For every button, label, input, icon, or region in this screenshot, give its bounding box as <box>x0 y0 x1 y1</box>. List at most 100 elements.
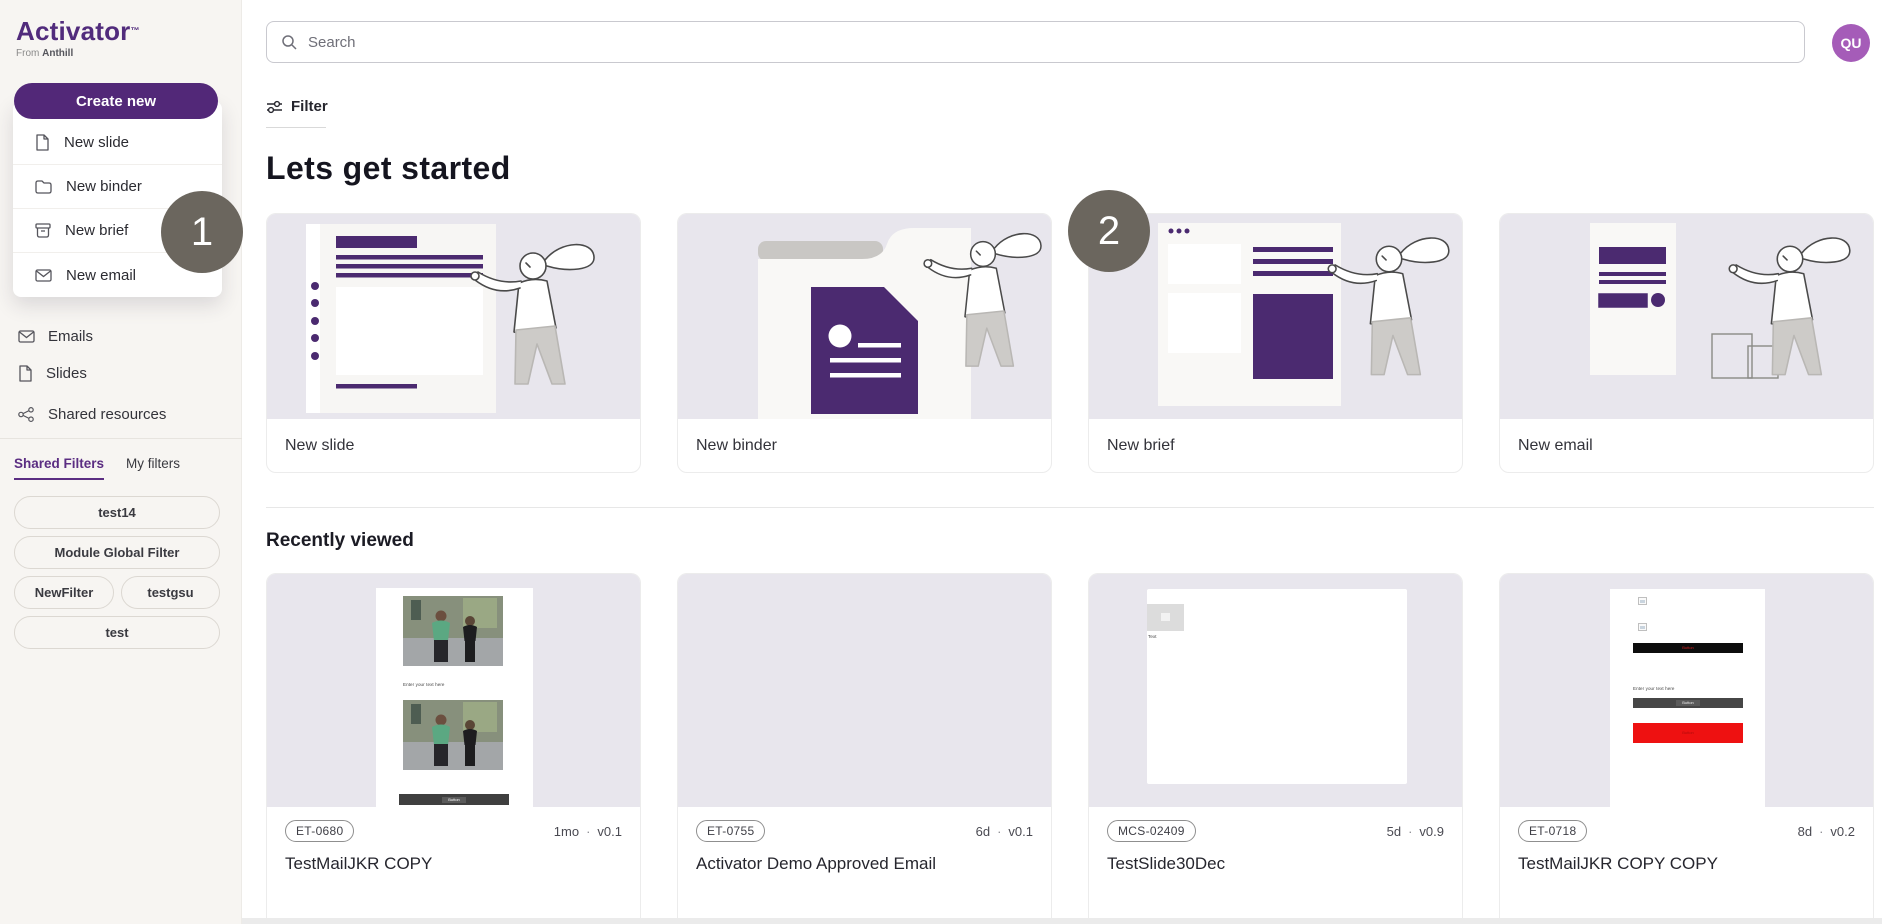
card-footer: ET-0755 6d · v0.1 Activator Demo Approve… <box>678 820 1051 924</box>
card-footer: New brief <box>1089 419 1462 473</box>
thumb-button-text: Button <box>1682 731 1694 735</box>
logo-text: Activator <box>16 16 131 46</box>
card-new-brief[interactable]: New brief <box>1088 213 1463 473</box>
recent-card[interactable]: ET-0755 6d · v0.1 Activator Demo Approve… <box>677 573 1052 924</box>
email-thumbnail-empty <box>678 574 1051 807</box>
doc-title: TestMailJKR COPY <box>285 854 622 874</box>
card-label: New slide <box>285 419 622 473</box>
menu-item-label: New email <box>66 267 136 284</box>
card-footer: ET-0680 1mo · v0.1 TestMailJKR COPY Draf… <box>267 820 640 924</box>
email-thumbnail: Button Enter your text here Button Butto… <box>1500 574 1873 807</box>
sidebar-item-slides[interactable]: Slides <box>18 357 224 390</box>
thumb-button-text: Button <box>1682 646 1694 650</box>
filter-chip[interactable]: test14 <box>14 496 220 529</box>
card-new-slide[interactable]: New slide <box>266 213 641 473</box>
sidebar-divider <box>0 438 242 439</box>
share-nodes-icon <box>18 407 35 422</box>
create-new-button[interactable]: Create new <box>14 83 218 119</box>
logo-trademark: ™ <box>131 26 140 36</box>
horizontal-scrollbar[interactable] <box>242 918 1882 924</box>
doc-id-badge: ET-0680 <box>285 820 354 842</box>
email-thumbnail: Enter your text here Button <box>267 574 640 807</box>
filter-chip[interactable]: testgsu <box>121 576 220 609</box>
card-new-email[interactable]: New email <box>1499 213 1874 473</box>
doc-age: 5d <box>1387 824 1401 839</box>
sidebar: Activator™ From Anthill Create new New s… <box>0 0 242 924</box>
folder-icon <box>35 180 52 194</box>
doc-version: v0.2 <box>1830 824 1855 839</box>
card-footer: MCS-02409 5d · v0.9 TestSlide30Dec Draft… <box>1089 820 1462 924</box>
tab-shared-filters[interactable]: Shared Filters <box>14 456 104 480</box>
sidebar-item-shared-resources[interactable]: Shared resources <box>18 398 224 431</box>
broken-image-icon <box>1638 597 1647 605</box>
filter-tabs: Shared Filters My filters <box>14 456 180 480</box>
card-new-binder[interactable]: New binder <box>677 213 1052 473</box>
doc-version: v0.1 <box>597 824 622 839</box>
thumb-button-text: Button <box>442 797 466 803</box>
menu-item-label: New binder <box>66 178 142 195</box>
recent-card[interactable]: Enter your text here Button ET-0680 <box>266 573 641 924</box>
sidebar-item-label: Slides <box>46 365 87 382</box>
doc-age: 1mo <box>554 824 579 839</box>
filter-chip[interactable]: test <box>14 616 220 649</box>
annotation-marker-1: 1 <box>161 191 243 273</box>
annotation-marker-2: 2 <box>1068 190 1150 272</box>
menu-item-label: New slide <box>64 134 129 151</box>
thumb-text: Enter your text here <box>1633 686 1675 691</box>
card-label: New brief <box>1107 419 1444 473</box>
get-started-row: New slide New binder <box>266 213 1874 473</box>
sliders-icon <box>266 100 283 114</box>
filter-chip[interactable]: NewFilter <box>14 576 114 609</box>
sidebar-item-label: Emails <box>48 328 93 345</box>
menu-item-label: New brief <box>65 222 128 239</box>
doc-id-badge: ET-0755 <box>696 820 765 842</box>
archive-box-icon <box>35 223 51 238</box>
doc-title: TestSlide30Dec <box>1107 854 1444 874</box>
doc-version: v0.9 <box>1419 824 1444 839</box>
filter-underline <box>266 127 326 128</box>
filter-chip-list: test14 Module Global Filter NewFilter te… <box>14 496 220 649</box>
avatar[interactable]: QU <box>1832 24 1870 62</box>
card-footer: New email <box>1500 419 1873 473</box>
filter-button-label: Filter <box>291 98 328 115</box>
doc-id-badge: ET-0718 <box>1518 820 1587 842</box>
card-footer: ET-0718 8d · v0.2 TestMailJKR COPY COPY … <box>1500 820 1873 924</box>
doc-id-badge: MCS-02409 <box>1107 820 1196 842</box>
card-label: New email <box>1518 419 1855 473</box>
recently-viewed-title: Recently viewed <box>266 530 414 552</box>
card-label: New binder <box>696 419 1033 473</box>
filter-button[interactable]: Filter <box>266 98 328 115</box>
tab-my-filters[interactable]: My filters <box>126 456 180 480</box>
recent-card[interactable]: Text MCS-02409 5d · v0.9 TestSlide30Dec … <box>1088 573 1463 924</box>
new-binder-illustration <box>678 214 1051 419</box>
sidebar-item-label: Shared resources <box>48 406 166 423</box>
thumb-button-text: Button <box>1676 700 1700 706</box>
search-bar[interactable] <box>266 21 1805 63</box>
envelope-icon <box>18 330 35 343</box>
slide-thumbnail: Text <box>1089 574 1462 807</box>
card-footer: New binder <box>678 419 1051 473</box>
sidebar-item-emails[interactable]: Emails <box>18 320 224 353</box>
section-divider <box>266 507 1874 508</box>
menu-item-new-slide[interactable]: New slide <box>13 121 222 165</box>
sidebar-nav: Emails Slides <box>18 320 224 390</box>
new-email-illustration <box>1500 214 1873 419</box>
envelope-icon <box>35 269 52 282</box>
doc-age: 6d <box>976 824 990 839</box>
doc-title: TestMailJKR COPY COPY <box>1518 854 1855 874</box>
app-window: Activator™ From Anthill Create new New s… <box>0 0 1882 924</box>
file-icon <box>18 365 33 382</box>
thumb-text: Enter your text here <box>403 682 445 687</box>
search-icon <box>281 34 297 50</box>
card-footer: New slide <box>267 419 640 473</box>
doc-age: 8d <box>1798 824 1812 839</box>
filter-chip[interactable]: Module Global Filter <box>14 536 220 569</box>
recent-card[interactable]: Button Enter your text here Button Butto… <box>1499 573 1874 924</box>
file-icon <box>35 134 50 151</box>
doc-title: Activator Demo Approved Email <box>696 854 1033 874</box>
new-slide-illustration <box>267 214 640 419</box>
recently-viewed-row: Enter your text here Button ET-0680 <box>266 573 1874 924</box>
page-title: Lets get started <box>266 150 511 187</box>
app-logo: Activator™ From Anthill <box>16 16 140 59</box>
search-input[interactable] <box>308 34 1790 51</box>
